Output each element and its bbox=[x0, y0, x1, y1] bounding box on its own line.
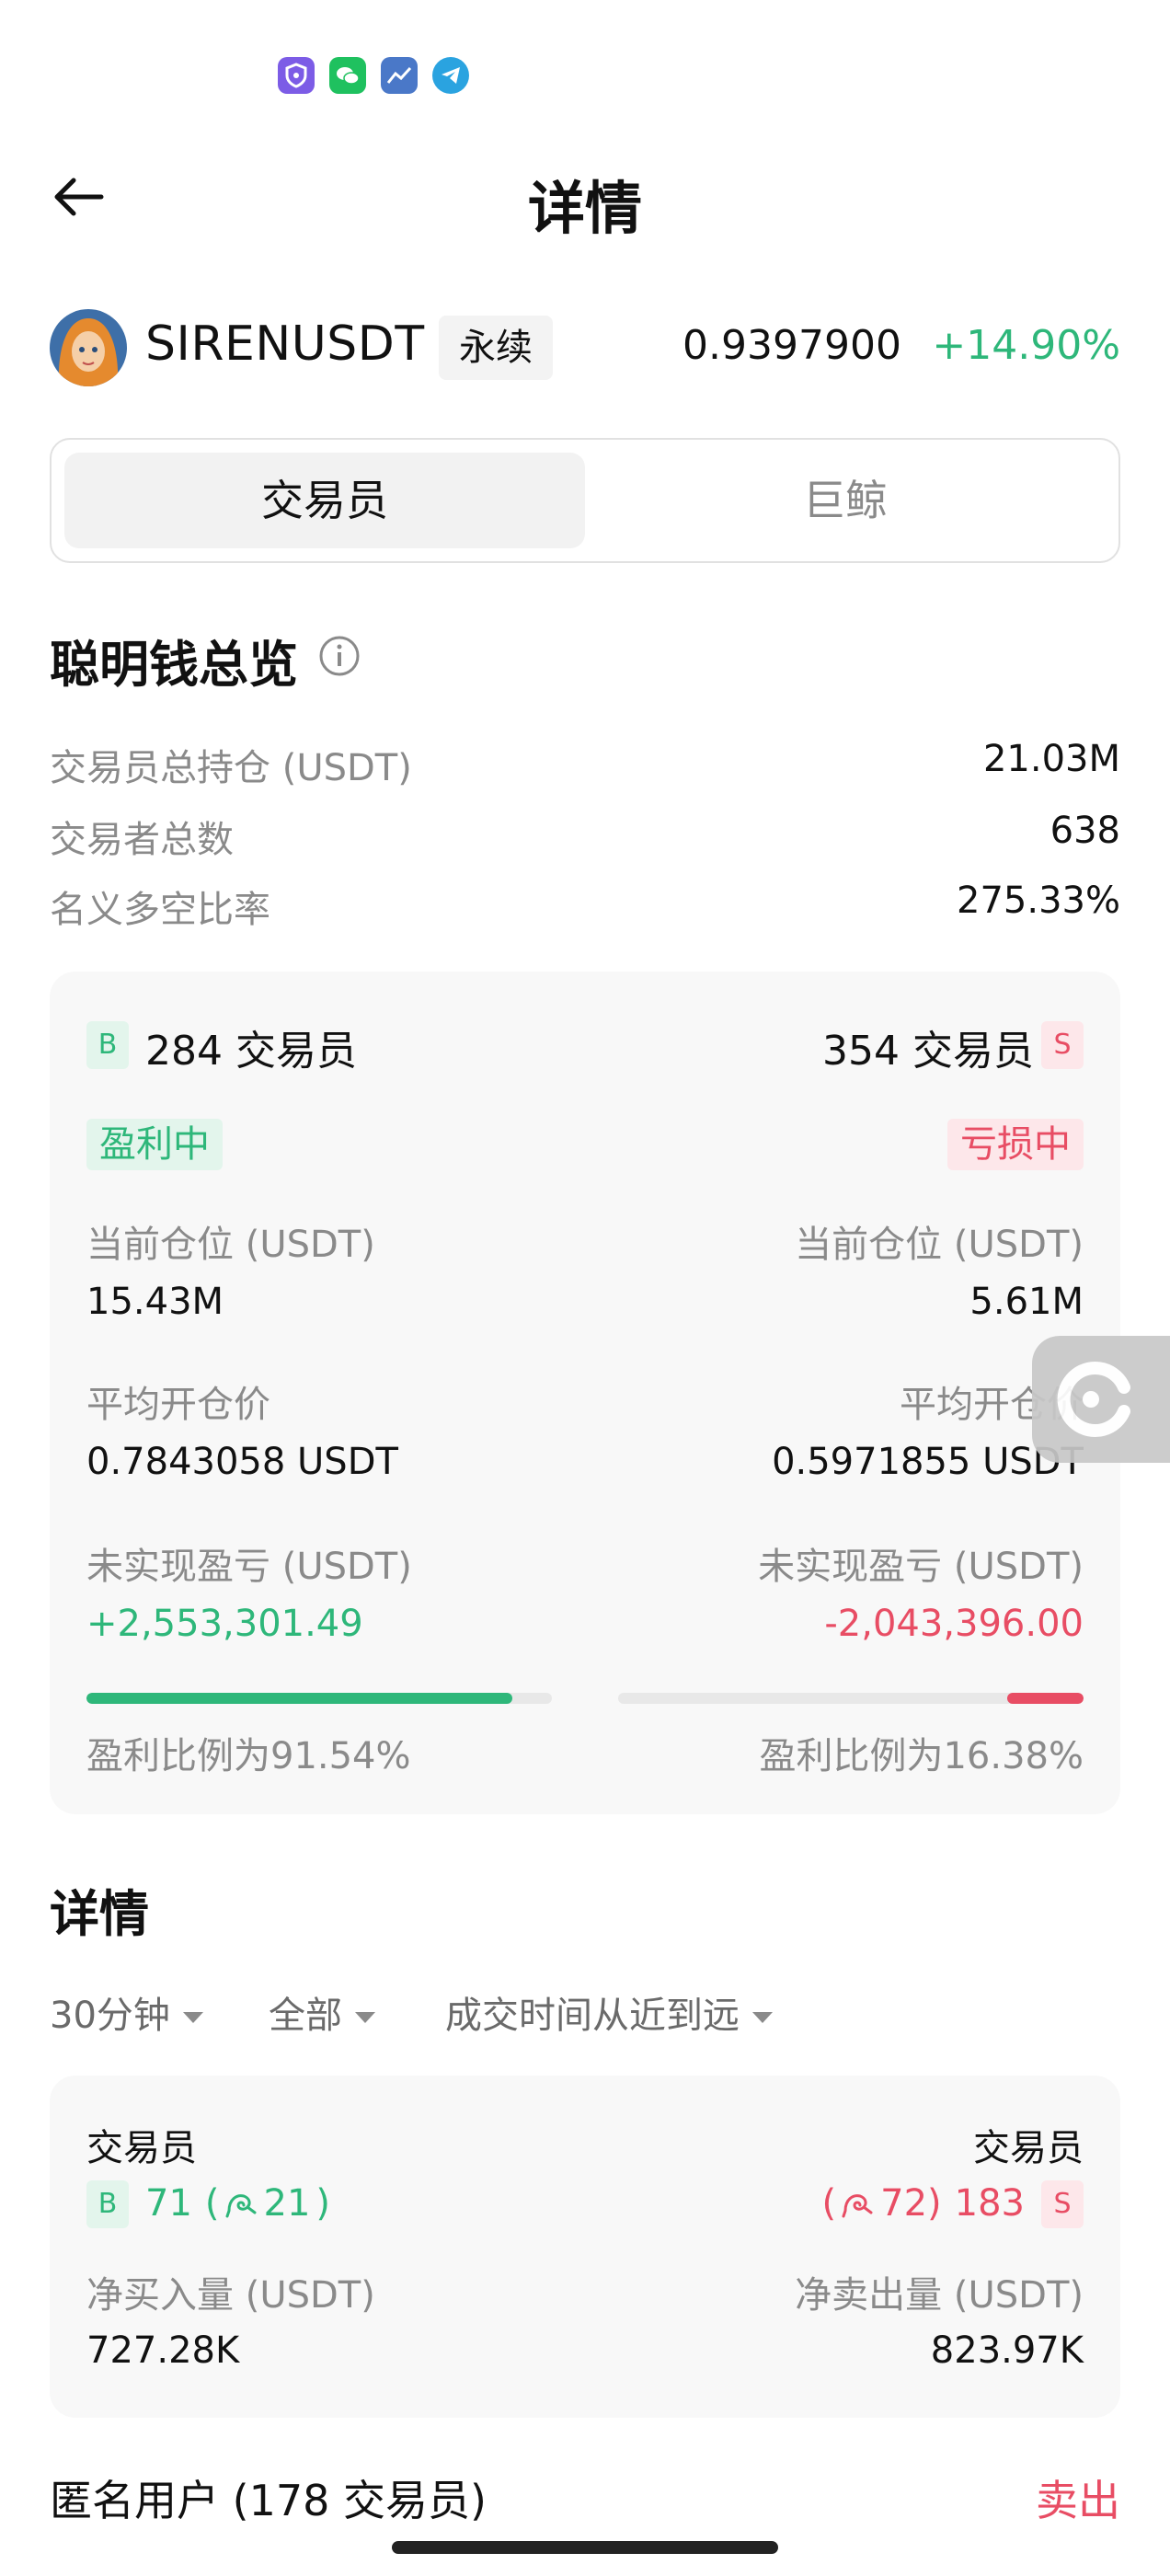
buy-avg-price-label: 平均开仓价 bbox=[86, 1384, 270, 1426]
anon-users-row-label: 匿名用户 (178 交易员) bbox=[50, 2476, 487, 2525]
ticker-change: +14.90% bbox=[932, 322, 1120, 369]
overview-row-label: 交易者总数 bbox=[50, 819, 234, 861]
buy-pnl-value: +2,553,301.49 bbox=[86, 1603, 363, 1645]
chevron-down-icon bbox=[752, 2012, 773, 2023]
sell-tag: S bbox=[1041, 1021, 1084, 1069]
sell-action-link[interactable]: 卖出 bbox=[1036, 2467, 1120, 2528]
buy-profit-bar-fill bbox=[86, 1693, 513, 1704]
ticker-symbol: SIRENUSDT bbox=[145, 316, 425, 372]
profit-status-badge: 盈利中 bbox=[86, 1119, 223, 1170]
buy-whale-count: 21 bbox=[263, 2182, 311, 2225]
close-paren: ) bbox=[927, 2182, 942, 2225]
loss-status-badge: 亏损中 bbox=[947, 1119, 1084, 1170]
overview-title: 聪明钱总览 bbox=[50, 636, 298, 694]
overview-row-value: 21.03M bbox=[982, 738, 1120, 780]
sell-whale-count: 72 bbox=[880, 2182, 928, 2225]
buy-pnl-label: 未实现盈亏 (USDT) bbox=[86, 1546, 412, 1588]
sell-pnl-label: 未实现盈亏 (USDT) bbox=[758, 1546, 1084, 1588]
sort-filter-label: 成交时间从近到远 bbox=[445, 1995, 740, 2037]
net-buy-label: 净买入量 (USDT) bbox=[86, 2274, 375, 2317]
time-filter-label: 30分钟 bbox=[50, 1995, 170, 2037]
token-avatar bbox=[50, 309, 127, 386]
whale-icon bbox=[842, 2194, 873, 2218]
side-filter-dropdown[interactable]: 全部 bbox=[269, 1985, 375, 2039]
buy-trader-stats: 71 ( 21 ) bbox=[145, 2182, 330, 2225]
sell-position-value: 5.61M bbox=[969, 1281, 1084, 1323]
sell-trader-count: 354 交易员 bbox=[822, 1028, 1034, 1075]
open-paren: ( bbox=[204, 2182, 220, 2225]
wechat-icon bbox=[329, 57, 366, 94]
details-right-title: 交易员 bbox=[973, 2127, 1084, 2169]
side-filter-label: 全部 bbox=[269, 1995, 342, 2037]
chevron-down-icon bbox=[182, 2012, 203, 2023]
overview-row-value: 275.33% bbox=[957, 880, 1120, 922]
buy-count: 71 bbox=[145, 2182, 192, 2225]
telegram-icon bbox=[432, 57, 469, 94]
chart-app-icon bbox=[381, 57, 418, 94]
details-title: 详情 bbox=[50, 1885, 149, 1943]
overview-row-value: 638 bbox=[1050, 810, 1120, 852]
sell-profit-bar bbox=[618, 1693, 1084, 1704]
tab-whales[interactable]: 巨鲸 bbox=[585, 453, 1106, 548]
details-left-title: 交易员 bbox=[86, 2127, 197, 2169]
buy-position-value: 15.43M bbox=[86, 1281, 224, 1323]
home-indicator bbox=[392, 2541, 778, 2554]
buy-trader-count: 284 交易员 bbox=[145, 1028, 357, 1075]
close-paren: ) bbox=[315, 2182, 331, 2225]
buy-profit-ratio-text: 盈利比例为91.54% bbox=[86, 1735, 411, 1777]
buy-tag: B bbox=[86, 1021, 129, 1069]
ticker-price: 0.9397900 bbox=[682, 322, 901, 369]
sort-filter-dropdown[interactable]: 成交时间从近到远 bbox=[445, 1985, 773, 2039]
page-title: 详情 bbox=[527, 175, 642, 242]
info-icon[interactable] bbox=[318, 635, 361, 677]
contract-type-badge: 永续 bbox=[439, 316, 553, 380]
sell-trader-stats: ( 72 ) 183 bbox=[822, 2182, 1025, 2225]
buy-profit-bar bbox=[86, 1693, 552, 1704]
sell-count: 183 bbox=[954, 2182, 1025, 2225]
whale-icon bbox=[225, 2194, 257, 2218]
tab-traders[interactable]: 交易员 bbox=[64, 453, 585, 548]
sell-position-label: 当前仓位 (USDT) bbox=[795, 1224, 1084, 1266]
details-sell-tag: S bbox=[1041, 2180, 1084, 2228]
sell-profit-bar-fill bbox=[1007, 1693, 1084, 1704]
vpn-shield-icon bbox=[278, 57, 315, 94]
sell-pnl-value: -2,043,396.00 bbox=[824, 1603, 1084, 1645]
net-sell-value: 823.97K bbox=[930, 2329, 1084, 2372]
overview-row-label: 名义多空比率 bbox=[50, 889, 270, 931]
open-paren: ( bbox=[821, 2182, 837, 2225]
overview-row-label: 交易员总持仓 (USDT) bbox=[50, 747, 412, 789]
buy-avg-price-value: 0.7843058 USDT bbox=[86, 1441, 398, 1483]
details-buy-tag: B bbox=[86, 2180, 129, 2228]
floating-refresh-button[interactable] bbox=[1032, 1336, 1170, 1463]
net-sell-label: 净卖出量 (USDT) bbox=[795, 2274, 1084, 2317]
time-filter-dropdown[interactable]: 30分钟 bbox=[50, 1985, 203, 2039]
chevron-down-icon bbox=[355, 2012, 375, 2023]
net-buy-value: 727.28K bbox=[86, 2329, 240, 2372]
buy-position-label: 当前仓位 (USDT) bbox=[86, 1224, 375, 1266]
sell-profit-ratio-text: 盈利比例为16.38% bbox=[759, 1735, 1084, 1777]
